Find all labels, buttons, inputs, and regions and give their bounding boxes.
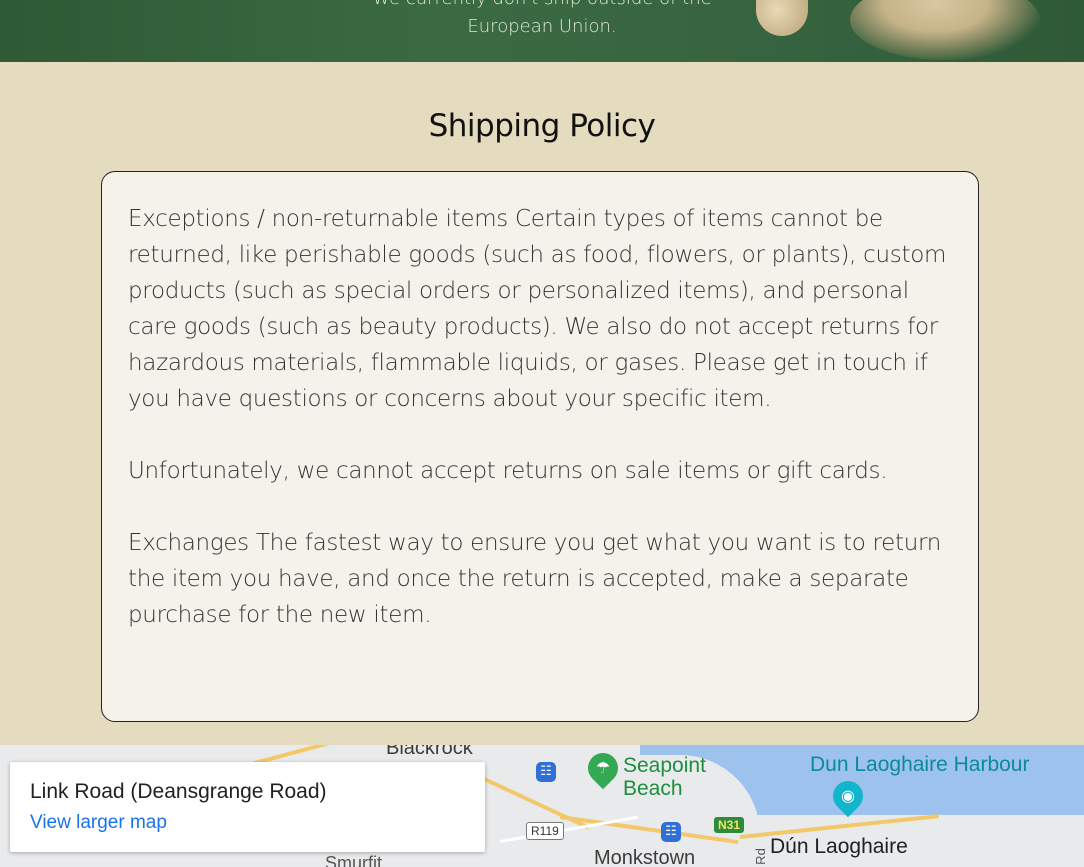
shipping-notice-line2: European Union.: [467, 16, 617, 37]
policy-title: Shipping Policy: [428, 108, 656, 144]
map-label-monkstown: Monkstown: [594, 847, 696, 867]
shipping-notice-line1: We currently don't ship outside of the: [0, 0, 1084, 9]
map-label-smurfit: Smurfit: [325, 853, 383, 867]
train-icon[interactable]: ☷: [661, 822, 681, 842]
policy-card: Exceptions / non-returnable items Certai…: [101, 171, 979, 722]
map-info-card: Link Road (Deansgrange Road) View larger…: [10, 762, 485, 852]
map-label-harbour: Dun Laoghaire Harbour: [810, 753, 1030, 776]
map-label-seapoint: Seapoint: [623, 754, 706, 777]
map-label-blackrock: Blackrock: [386, 745, 473, 759]
embedded-map[interactable]: Blackrock ☷ ☷ ☂ Seapoint Beach Dun Laogh…: [0, 745, 1084, 867]
beach-icon[interactable]: ☂: [581, 746, 625, 790]
policy-paragraph-exceptions: Exceptions / non-returnable items Certai…: [128, 206, 947, 412]
map-label-beach: Beach: [623, 777, 683, 800]
policy-paragraph-exchanges: Exchanges The fastest way to ensure you …: [128, 530, 942, 628]
map-label-rd: Rd: [752, 848, 768, 865]
camera-icon[interactable]: ◉: [826, 774, 870, 818]
hero-banner: We currently don't ship outside of the E…: [0, 0, 1084, 62]
view-larger-map-link[interactable]: View larger map: [30, 812, 167, 834]
policy-paragraph-sale-items: Unfortunately, we cannot accept returns …: [128, 458, 888, 484]
train-icon[interactable]: ☷: [536, 762, 556, 782]
map-label-dun-laoghaire: Dún Laoghaire: [770, 835, 908, 858]
road-badge-n31: N31: [714, 817, 745, 833]
map-place-name: Link Road (Deansgrange Road): [30, 780, 327, 803]
road-badge-r119: R119: [526, 822, 564, 840]
